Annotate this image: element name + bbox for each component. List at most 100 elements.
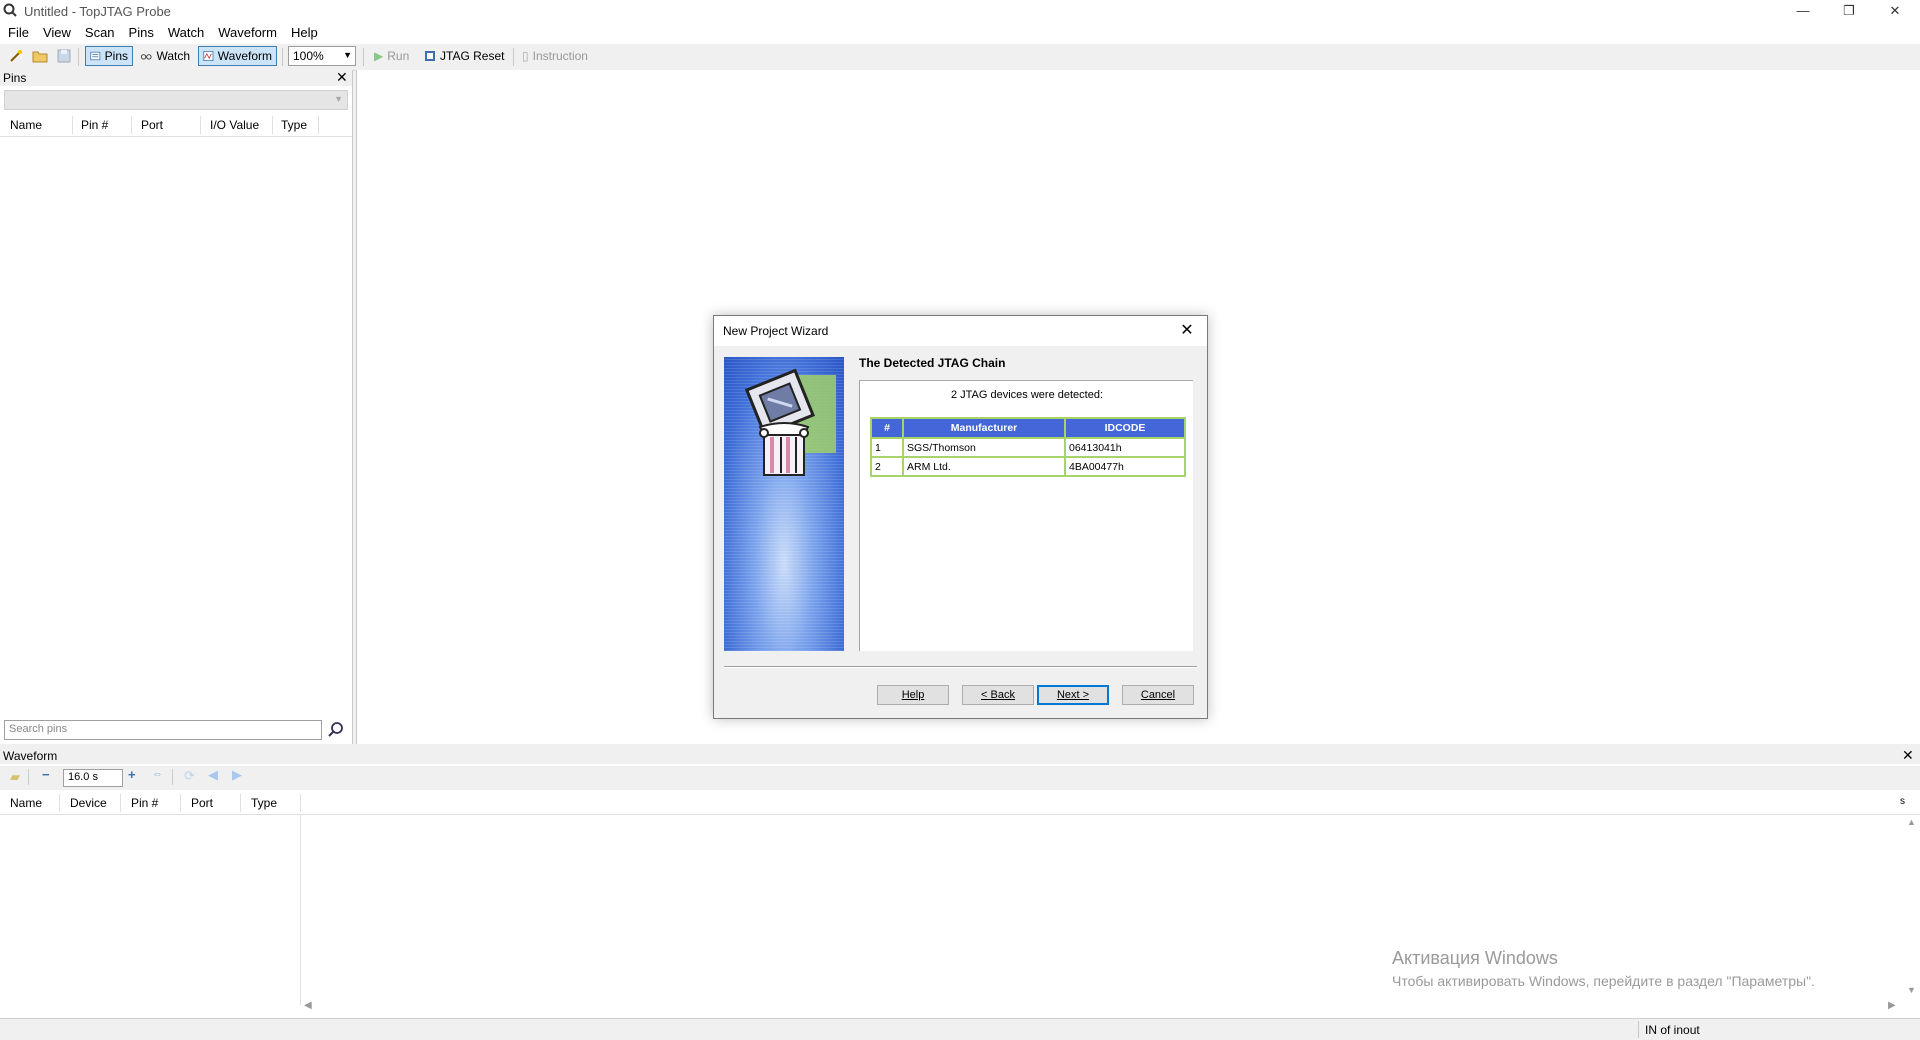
wizard-banner-image bbox=[724, 357, 844, 651]
horizontal-scrollbar[interactable]: ◀ ▶ bbox=[300, 1000, 1904, 1014]
menu-waveform[interactable]: Waveform bbox=[210, 22, 283, 40]
detected-devices-text: 2 JTAG devices were detected: bbox=[950, 389, 1104, 401]
column-header[interactable]: Type bbox=[281, 118, 307, 132]
wizard-content-panel: 2 JTAG devices were detected: # Manufact… bbox=[859, 380, 1193, 651]
menu-watch[interactable]: Watch bbox=[160, 22, 210, 40]
title-bar: Untitled - TopJTAG Probe — ❐ ✕ bbox=[0, 0, 1920, 22]
status-bar: IN of inout bbox=[0, 1018, 1920, 1040]
column-header: # bbox=[870, 417, 904, 439]
save-button[interactable] bbox=[52, 46, 76, 66]
reset-chip-icon bbox=[425, 51, 435, 61]
folder-icon[interactable]: ▰ bbox=[10, 769, 20, 785]
column-separator[interactable] bbox=[240, 794, 241, 812]
time-zoom-input[interactable]: 16.0 s bbox=[63, 769, 123, 787]
waveform-toolbar: ▰ − + ⇔ ⟳ ◀ ▶ bbox=[0, 766, 1920, 790]
column-header[interactable]: Port bbox=[141, 118, 163, 132]
pins-icon bbox=[90, 51, 101, 61]
zoom-out-icon[interactable]: − bbox=[42, 767, 50, 782]
waveform-toggle-button[interactable]: Waveform bbox=[198, 46, 277, 66]
scroll-down-icon[interactable]: ▼ bbox=[1907, 985, 1916, 995]
table-cell: 2 bbox=[870, 456, 904, 477]
jtag-reset-button[interactable]: JTAG Reset bbox=[420, 46, 508, 66]
refresh-icon[interactable]: ⟳ bbox=[184, 768, 195, 784]
arrow-right-icon[interactable]: ▶ bbox=[232, 767, 242, 783]
column-separator[interactable] bbox=[59, 794, 60, 812]
fit-width-icon[interactable]: ⇔ bbox=[152, 768, 163, 780]
waveform-table-header: Name Device Pin # Port Type s bbox=[0, 792, 1920, 815]
vertical-scrollbar[interactable]: ▲ ▼ bbox=[1904, 815, 1918, 999]
search-pins-input[interactable]: Search pins bbox=[4, 720, 322, 740]
zoom-select[interactable]: 100% ▼ bbox=[288, 46, 356, 66]
new-project-button[interactable] bbox=[4, 46, 28, 66]
table-cell: 1 bbox=[870, 437, 904, 458]
pins-toggle-button[interactable]: Pins bbox=[85, 46, 133, 66]
toolbar-separator bbox=[28, 769, 29, 785]
waveform-signal-list bbox=[0, 815, 301, 1005]
app-icon bbox=[3, 3, 17, 17]
activation-watermark-text: Чтобы активировать Windows, перейдите в … bbox=[1392, 973, 1815, 989]
toolbar-separator bbox=[172, 769, 173, 785]
column-separator[interactable] bbox=[72, 116, 73, 134]
column-separator[interactable] bbox=[131, 116, 132, 134]
close-icon[interactable]: ✕ bbox=[1902, 747, 1914, 764]
waveform-icon bbox=[203, 51, 214, 61]
column-separator[interactable] bbox=[120, 794, 121, 812]
wand-icon bbox=[10, 50, 22, 62]
column-header[interactable]: Pin # bbox=[131, 796, 158, 810]
help-button[interactable]: Help bbox=[877, 685, 949, 705]
open-button[interactable] bbox=[28, 46, 52, 66]
menu-view[interactable]: View bbox=[35, 22, 77, 40]
next-button[interactable]: Next > bbox=[1037, 685, 1109, 705]
pins-panel-header: Pins ✕ bbox=[0, 69, 352, 86]
column-header[interactable]: Pin # bbox=[81, 118, 108, 132]
scroll-right-icon[interactable]: ▶ bbox=[1888, 1000, 1896, 1011]
instruction-button[interactable]: ▯ Instruction bbox=[518, 46, 592, 66]
chip-pillar-icon bbox=[744, 368, 836, 476]
minimize-button[interactable]: — bbox=[1780, 0, 1826, 22]
pins-panel: Pins ✕ ▼ Name Pin # Port I/O Value Type … bbox=[0, 69, 353, 744]
column-header[interactable]: Device bbox=[70, 796, 107, 810]
column-header[interactable]: Name bbox=[10, 796, 42, 810]
table-row[interactable]: 2 ARM Ltd. 4BA00477h bbox=[870, 456, 1186, 477]
menu-pins[interactable]: Pins bbox=[121, 22, 160, 40]
column-header: Manufacturer bbox=[902, 417, 1066, 439]
time-unit-label: s bbox=[1900, 796, 1905, 807]
menu-file[interactable]: File bbox=[0, 22, 35, 40]
instruction-label: Instruction bbox=[532, 49, 588, 63]
arrow-left-icon[interactable]: ◀ bbox=[208, 767, 218, 783]
column-header[interactable]: Port bbox=[191, 796, 213, 810]
table-row[interactable]: 1 SGS/Thomson 06413041h bbox=[870, 437, 1186, 458]
column-header[interactable]: Type bbox=[251, 796, 277, 810]
activation-watermark-title: Активация Windows bbox=[1392, 948, 1558, 968]
column-separator[interactable] bbox=[180, 794, 181, 812]
column-header[interactable]: I/O Value bbox=[210, 118, 259, 132]
cancel-button[interactable]: Cancel bbox=[1122, 685, 1194, 705]
column-separator[interactable] bbox=[200, 116, 201, 134]
status-text: IN of inout bbox=[1645, 1023, 1700, 1037]
watch-toggle-button[interactable]: Watch bbox=[136, 46, 194, 66]
window-title: Untitled - TopJTAG Probe bbox=[24, 4, 171, 19]
column-separator[interactable] bbox=[300, 794, 301, 812]
dialog-title-bar: New Project Wizard ✕ bbox=[714, 316, 1207, 346]
dialog-close-icon[interactable]: ✕ bbox=[1176, 320, 1198, 342]
menu-help[interactable]: Help bbox=[283, 22, 324, 40]
back-button[interactable]: < Back bbox=[962, 685, 1034, 705]
chevron-down-icon: ▼ bbox=[334, 94, 343, 104]
column-header: IDCODE bbox=[1064, 417, 1186, 439]
close-icon[interactable]: ✕ bbox=[336, 69, 348, 86]
close-button[interactable]: ✕ bbox=[1872, 0, 1918, 22]
table-header-row: # Manufacturer IDCODE bbox=[870, 417, 1186, 439]
device-filter-select[interactable]: ▼ bbox=[4, 90, 348, 110]
wizard-page-heading: The Detected JTAG Chain bbox=[859, 356, 1006, 370]
scroll-up-icon[interactable]: ▲ bbox=[1907, 817, 1916, 827]
column-separator[interactable] bbox=[318, 116, 319, 134]
scroll-left-icon[interactable]: ◀ bbox=[304, 1000, 312, 1011]
maximize-button[interactable]: ❐ bbox=[1826, 0, 1872, 22]
run-button[interactable]: ▶ Run bbox=[370, 46, 413, 66]
column-header[interactable]: Name bbox=[10, 118, 42, 132]
column-separator[interactable] bbox=[272, 116, 273, 134]
status-separator bbox=[1638, 1021, 1639, 1038]
menu-scan[interactable]: Scan bbox=[77, 22, 121, 40]
search-icon[interactable] bbox=[326, 720, 346, 740]
zoom-in-icon[interactable]: + bbox=[128, 767, 136, 782]
